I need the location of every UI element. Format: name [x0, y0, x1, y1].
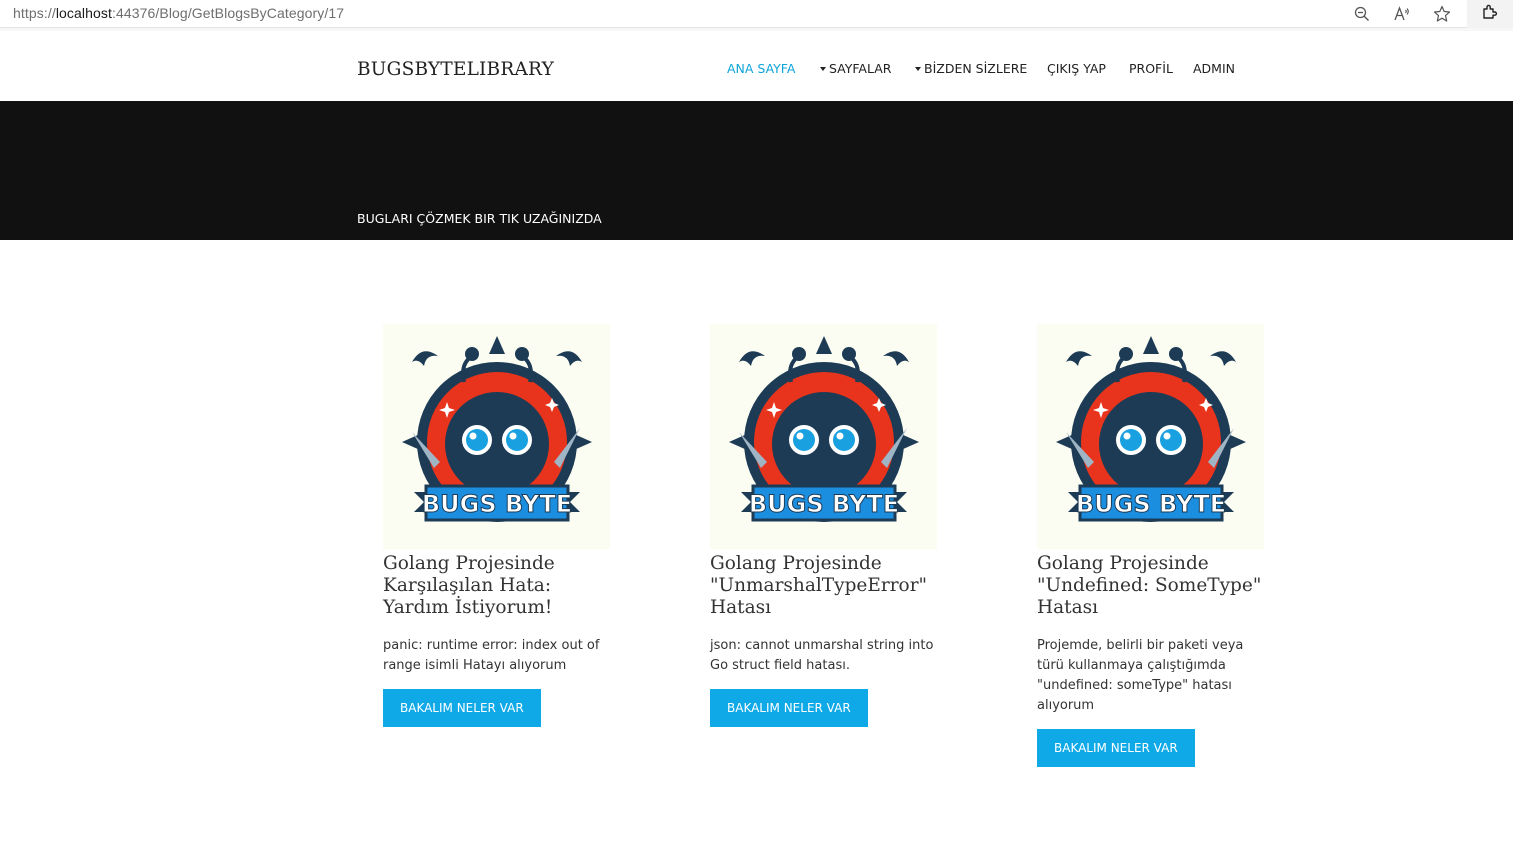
nav-pages-label: SAYFALAR [829, 61, 892, 76]
nav-pages-dropdown[interactable]: SAYFALAR [820, 61, 891, 76]
url-field[interactable]: https://localhost:44376/Blog/GetBlogsByC… [13, 5, 344, 21]
blog-description: json: cannot unmarshal string into Go st… [710, 638, 934, 673]
logo-text: BUGS BYTE [421, 490, 571, 518]
blog-card: BUGS BYTE Golang Projesinde "UnmarshalTy… [710, 324, 940, 727]
blog-card: BUGS BYTE Golang Projesinde "Undefined: … [1037, 324, 1267, 767]
blog-thumbnail[interactable]: BUGS BYTE [710, 324, 937, 549]
bug-mascot-logo: BUGS BYTE [728, 335, 919, 522]
site-brand[interactable]: BUGSBYTELIBRARY [357, 59, 554, 80]
blog-thumbnail[interactable]: BUGS BYTE [383, 324, 610, 549]
read-more-button[interactable]: BAKALIM NELER VAR [710, 689, 868, 727]
nav-about-dropdown[interactable]: BİZDEN SİZLERE [915, 61, 1027, 76]
read-more-button[interactable]: BAKALIM NELER VAR [383, 689, 541, 727]
bug-mascot-logo: BUGS BYTE [1055, 335, 1246, 522]
url-path: :44376/Blog/GetBlogsByCategory/17 [111, 5, 345, 21]
blog-title[interactable]: Golang Projesinde Karşılaşılan Hata: Yar… [383, 553, 615, 619]
nav-home[interactable]: ANA SAYFA [727, 61, 795, 76]
site-header: BUGSBYTELIBRARY ANA SAYFA SAYFALAR BİZDE… [0, 28, 1513, 101]
logo-text: BUGS BYTE [748, 490, 898, 518]
caret-down-icon [915, 66, 921, 71]
nav-profile-label: PROFİL [1129, 61, 1173, 76]
extensions-icon [1481, 3, 1499, 25]
nav-about-label: BİZDEN SİZLERE [924, 61, 1028, 76]
nav-logout[interactable]: ÇIKIŞ YAP [1047, 61, 1106, 76]
zoom-out-icon[interactable] [1351, 3, 1373, 25]
blog-description: Projemde, belirli bir paketi veya türü k… [1037, 638, 1244, 713]
blog-title[interactable]: Golang Projesinde "UnmarshalTypeError" H… [710, 553, 942, 619]
caret-down-icon [820, 66, 826, 71]
favorite-star-icon[interactable] [1431, 3, 1453, 25]
read-aloud-icon[interactable] [1391, 3, 1413, 25]
hero-tagline: BUGLARI ÇÖZMEK BIR TIK UZAĞINIZDA [357, 211, 602, 226]
blog-title[interactable]: Golang Projesinde "Undefined: SomeType" … [1037, 553, 1269, 619]
nav-home-label: ANA SAYFA [727, 61, 796, 76]
nav-admin[interactable]: ADMIN [1193, 61, 1235, 76]
logo-text: BUGS BYTE [1075, 490, 1225, 518]
read-more-button[interactable]: BAKALIM NELER VAR [1037, 729, 1195, 767]
url-scheme: https:// [13, 5, 56, 21]
bug-mascot-logo: BUGS BYTE [401, 335, 592, 522]
browser-address-bar: https://localhost:44376/Blog/GetBlogsByC… [0, 0, 1513, 28]
nav-logout-label: ÇIKIŞ YAP [1047, 61, 1106, 76]
nav-admin-label: ADMIN [1193, 61, 1235, 76]
extensions-button[interactable] [1467, 0, 1513, 28]
blog-card: BUGS BYTE Golang Projesinde Karşılaşılan… [383, 324, 613, 727]
address-bar-actions [1351, 3, 1453, 25]
hero-banner: BUGLARI ÇÖZMEK BIR TIK UZAĞINIZDA [0, 101, 1513, 240]
blog-thumbnail[interactable]: BUGS BYTE [1037, 324, 1264, 549]
blog-description: panic: runtime error: index out of range… [383, 638, 600, 673]
nav-profile[interactable]: PROFİL [1129, 61, 1173, 76]
url-host: localhost [55, 5, 112, 21]
